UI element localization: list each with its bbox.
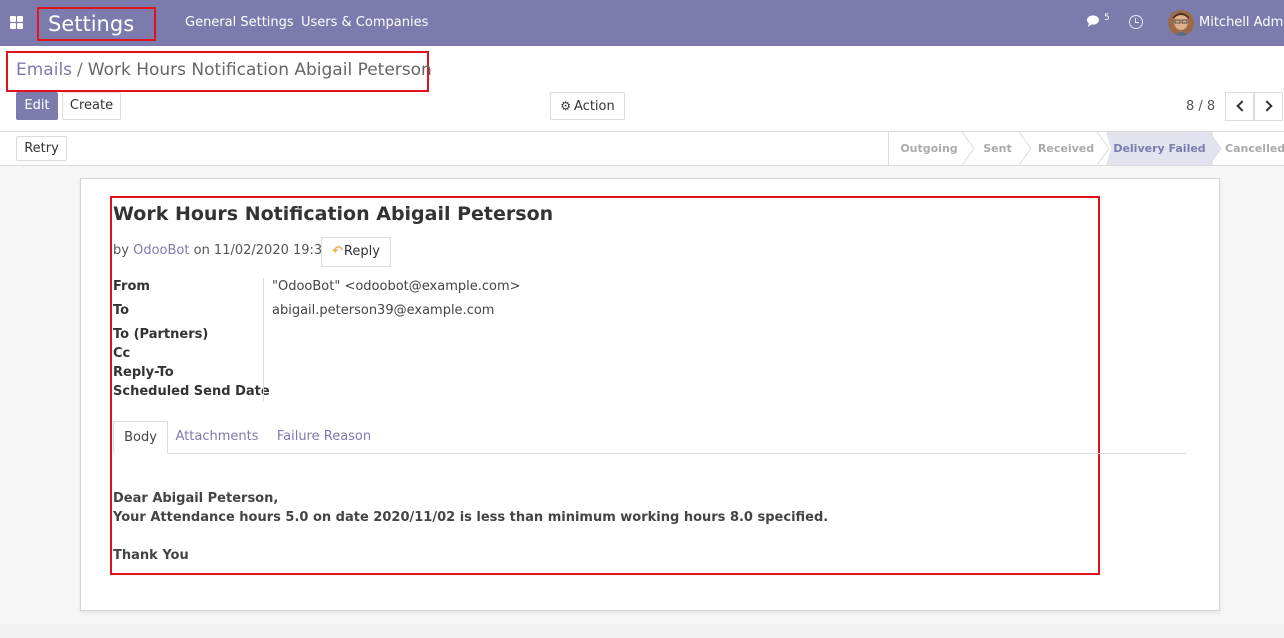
tab-body[interactable]: Body bbox=[113, 421, 168, 454]
field-label-reply-to: Reply-To bbox=[113, 365, 174, 380]
tab-attachments[interactable]: Attachments bbox=[172, 421, 262, 454]
stage-received[interactable]: Received bbox=[1026, 132, 1106, 165]
stage-delivery-failed[interactable]: Delivery Failed bbox=[1106, 132, 1213, 165]
author-link[interactable]: OdooBot bbox=[133, 243, 189, 258]
menu-users-companies[interactable]: Users & Companies bbox=[301, 15, 428, 30]
tab-failure-reason[interactable]: Failure Reason bbox=[272, 421, 376, 454]
stage-separator bbox=[1209, 132, 1222, 165]
edit-button[interactable]: Edit bbox=[16, 92, 58, 120]
action-label: Action bbox=[574, 99, 615, 114]
breadcrumb: Emails / Work Hours Notification Abigail P… bbox=[16, 60, 432, 80]
control-panel: Emails / Work Hours Notification Abigail P… bbox=[0, 46, 1284, 132]
field-value-to: abigail.peterson39@example.com bbox=[272, 303, 495, 318]
body-greeting: Dear Abigail Peterson, bbox=[113, 491, 279, 506]
gear-icon: ⚙ bbox=[560, 99, 572, 113]
field-label-from: From bbox=[113, 279, 150, 294]
user-menu[interactable]: Mitchell Admin bbox=[1199, 15, 1284, 30]
pager-value[interactable]: 8 / 8 bbox=[1186, 99, 1215, 114]
menu-general-settings[interactable]: General Settings bbox=[185, 15, 294, 30]
app-title[interactable]: Settings bbox=[37, 7, 156, 41]
field-label-cc: Cc bbox=[113, 346, 131, 361]
chevron-right-icon bbox=[1261, 100, 1273, 112]
action-button[interactable]: ⚙ Action bbox=[550, 92, 625, 120]
create-button[interactable]: Create bbox=[62, 92, 121, 120]
reply-label: Reply bbox=[343, 244, 380, 259]
stage-sent[interactable]: Sent bbox=[969, 132, 1026, 165]
clock-icon[interactable] bbox=[1129, 15, 1143, 29]
author-line: by OdooBot on 11/02/2020 19:30:16 bbox=[113, 243, 351, 258]
field-label-scheduled-send-date: Scheduled Send Date bbox=[113, 384, 270, 399]
avatar-image bbox=[1168, 10, 1194, 36]
field-label-to: To bbox=[113, 303, 130, 318]
status-bar: Retry Outgoing Sent Received Delivery Fa… bbox=[0, 132, 1284, 166]
stage-cancelled[interactable]: Cancelled bbox=[1225, 132, 1284, 165]
field-value-from: "OdooBot" <odoobot@example.com> bbox=[272, 279, 521, 294]
pager-previous-button[interactable] bbox=[1225, 92, 1254, 121]
retry-button[interactable]: Retry bbox=[16, 136, 67, 161]
avatar[interactable] bbox=[1168, 10, 1194, 36]
stage-outgoing[interactable]: Outgoing bbox=[889, 132, 969, 165]
chat-icon[interactable] bbox=[1087, 15, 1101, 28]
messages-count-badge: 5 bbox=[1104, 13, 1110, 23]
stage-separator bbox=[1097, 132, 1111, 165]
stage-bar: Outgoing Sent Received Delivery Failed C… bbox=[888, 132, 1284, 165]
field-divider bbox=[263, 278, 264, 401]
by-prefix: by bbox=[113, 243, 129, 258]
pager-next-button[interactable] bbox=[1254, 92, 1283, 121]
reply-icon: ↶ bbox=[332, 244, 343, 259]
body-closing: Thank You bbox=[113, 548, 189, 563]
reply-button[interactable]: ↶Reply bbox=[321, 237, 391, 267]
body-message: Your Attendance hours 5.0 on date 2020/1… bbox=[113, 510, 829, 525]
top-navbar: Settings General Settings Users & Compan… bbox=[0, 0, 1284, 46]
breadcrumb-current: Work Hours Notification Abigail Peterson bbox=[87, 60, 432, 80]
apps-icon[interactable] bbox=[10, 16, 23, 29]
breadcrumb-parent[interactable]: Emails bbox=[16, 60, 72, 80]
chevron-left-icon bbox=[1236, 100, 1248, 112]
mail-subject: Work Hours Notification Abigail Peterson bbox=[113, 203, 554, 225]
field-label-to-partners: To (Partners) bbox=[113, 327, 209, 342]
breadcrumb-separator: / bbox=[77, 60, 83, 80]
